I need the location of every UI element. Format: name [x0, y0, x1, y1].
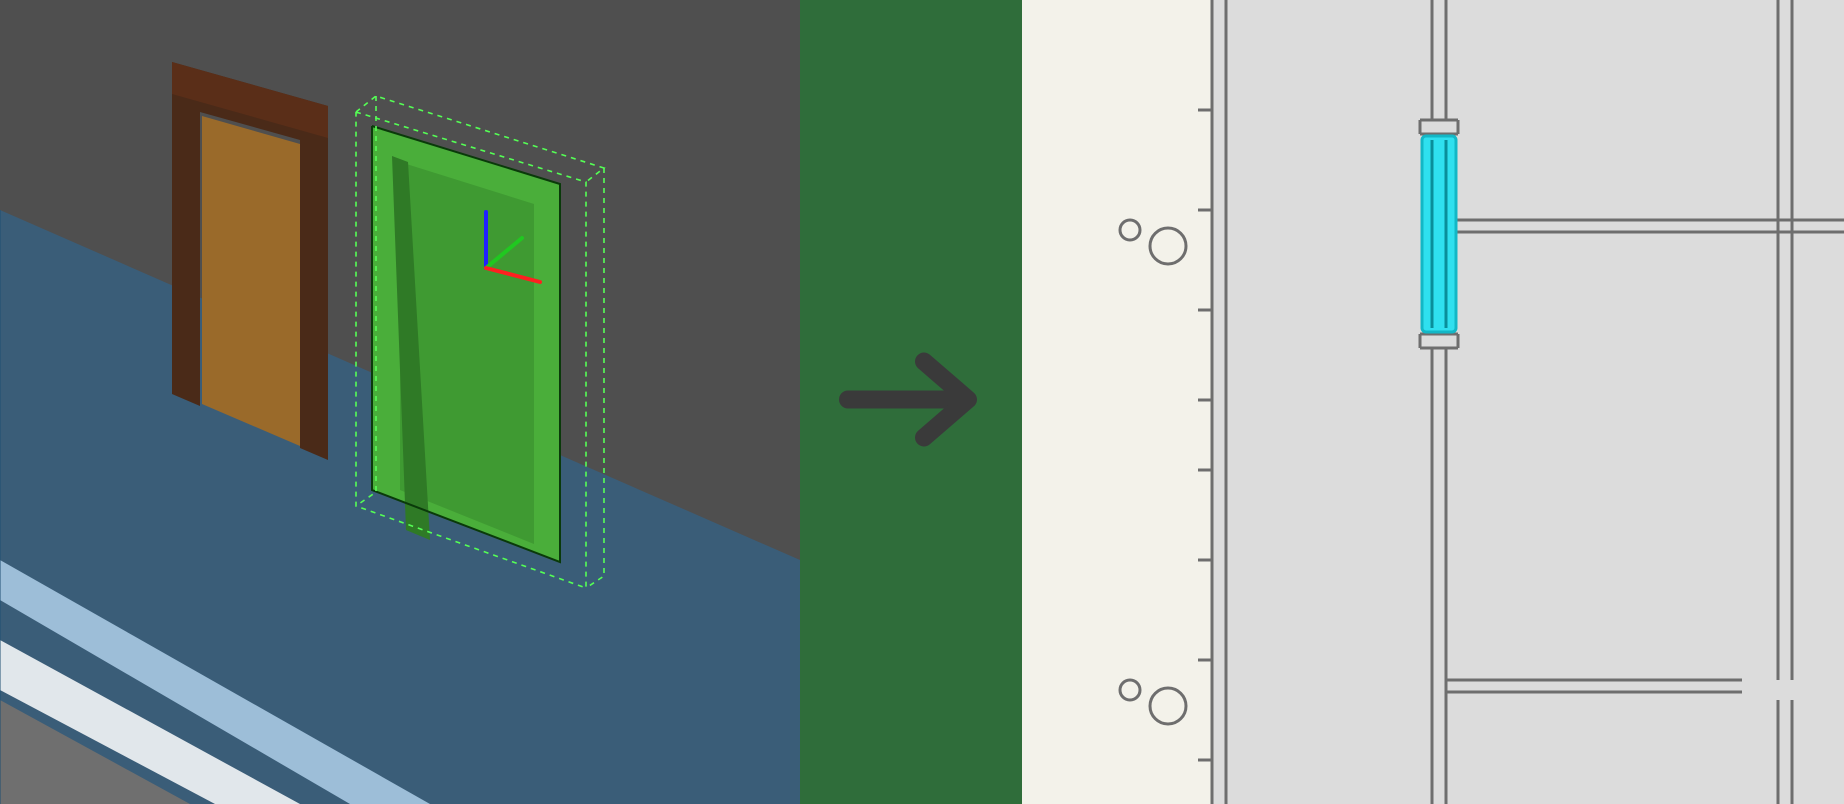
viewport-2d[interactable] [1022, 0, 1844, 804]
viewport-3d[interactable] [0, 0, 800, 804]
separator-strip [800, 0, 1022, 804]
plan-door-highlight[interactable] [1422, 136, 1456, 332]
plan-exterior-ground [1022, 0, 1212, 804]
scene-2d [1022, 0, 1844, 804]
comparison-diagram [0, 0, 1844, 804]
scene-3d [0, 0, 800, 804]
arrow-icon [836, 340, 986, 465]
door-left-leaf [202, 116, 300, 446]
plan-interior-floor [1212, 0, 1844, 804]
